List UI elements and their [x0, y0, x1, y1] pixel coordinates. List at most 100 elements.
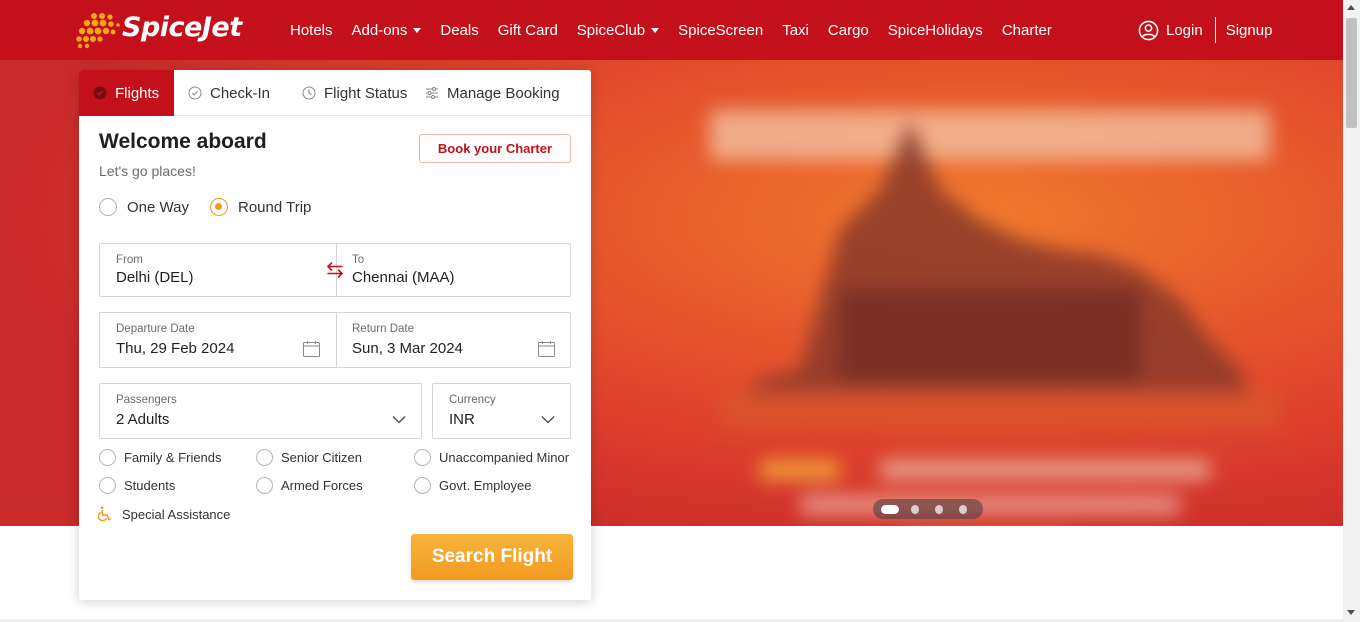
nav-charter-label: Charter	[1001, 21, 1052, 39]
from-value: Delhi (DEL)	[116, 269, 194, 286]
auth-divider	[1214, 17, 1216, 43]
swap-arrows-icon[interactable]	[325, 260, 345, 280]
fare-unaccompanied-minor[interactable]: Unaccompanied Minor	[414, 449, 569, 466]
page-scrollbar[interactable]	[1343, 0, 1360, 622]
nav-spiceholidays-label: SpiceHolidays	[887, 21, 983, 39]
fare-family-friends[interactable]: Family & Friends	[99, 449, 222, 466]
carousel-dot-2[interactable]	[910, 504, 919, 514]
departure-date-field[interactable]: Departure Date Thu, 29 Feb 2024	[100, 313, 336, 367]
signup-link[interactable]: Signup	[1226, 22, 1273, 39]
tab-flight-status-label: Flight Status	[324, 84, 408, 102]
clock-icon	[302, 86, 316, 100]
currency-value: INR	[449, 411, 475, 428]
scroll-up-arrow-icon[interactable]	[1347, 5, 1355, 10]
fare-radio[interactable]	[414, 449, 431, 466]
fare-radio[interactable]	[256, 477, 273, 494]
passengers-label: Passengers	[116, 394, 177, 406]
tab-check-in-label: Check-In	[210, 84, 271, 102]
logo-dots-icon	[76, 13, 120, 49]
auth-links: Login Signup	[1138, 16, 1272, 44]
currency-select[interactable]: Currency INR	[432, 383, 571, 439]
one-way-label: One Way	[127, 198, 189, 216]
fare-radio[interactable]	[99, 449, 116, 466]
round-trip-label: Round Trip	[238, 198, 312, 216]
from-field[interactable]: From Delhi (DEL)	[100, 244, 336, 296]
date-fields: Departure Date Thu, 29 Feb 2024 Return D…	[99, 312, 571, 368]
tab-flights-label: Flights	[115, 84, 160, 102]
scrollbar-thumb[interactable]	[1346, 18, 1357, 128]
carousel-dot-1[interactable]	[881, 504, 899, 514]
calendar-icon	[538, 341, 555, 357]
to-field[interactable]: To Chennai (MAA)	[336, 244, 570, 296]
carousel-dot-3[interactable]	[934, 504, 943, 514]
special-assistance-label: Special Assistance	[122, 506, 231, 522]
welcome-subtitle: Let's go places!	[99, 163, 196, 179]
tab-manage-booking[interactable]: Manage Booking	[413, 70, 560, 116]
from-label: From	[116, 254, 143, 266]
welcome-title: Welcome aboard	[99, 130, 267, 153]
nav-add-ons-label: Add-ons	[351, 21, 408, 39]
nav-add-ons[interactable]: Add-ons	[352, 22, 422, 39]
nav-gift-card-label: Gift Card	[497, 21, 558, 39]
nav-spiceclub-label: SpiceClub	[576, 21, 646, 39]
fare-label: Unaccompanied Minor	[439, 450, 570, 465]
tab-flight-status[interactable]: Flight Status	[288, 70, 413, 116]
fare-senior-citizen[interactable]: Senior Citizen	[256, 449, 362, 466]
passengers-value: 2 Adults	[116, 411, 170, 428]
to-value: Chennai (MAA)	[352, 269, 455, 286]
nav-spicescreen[interactable]: SpiceScreen	[678, 22, 763, 39]
nav-charter[interactable]: Charter	[1002, 22, 1052, 39]
nav-spiceholidays[interactable]: SpiceHolidays	[888, 22, 983, 39]
fare-label: Armed Forces	[281, 478, 363, 493]
return-date-label: Return Date	[352, 323, 415, 335]
nav-hotels[interactable]: Hotels	[290, 22, 333, 39]
tab-check-in[interactable]: Check-In	[174, 70, 288, 116]
fare-students[interactable]: Students	[99, 477, 175, 494]
user-circle-icon	[1138, 20, 1159, 40]
booking-widget: Flights Check-In Flight Status Manage Bo…	[79, 70, 591, 600]
caret-down-icon	[651, 27, 660, 33]
round-trip-option[interactable]: Round Trip	[210, 198, 311, 216]
chevron-down-icon	[392, 415, 406, 424]
passengers-select[interactable]: Passengers 2 Adults	[99, 383, 422, 439]
nav-cargo[interactable]: Cargo	[828, 22, 869, 39]
chevron-down-icon	[541, 415, 555, 424]
scroll-down-arrow-icon[interactable]	[1347, 610, 1355, 615]
nav-taxi-label: Taxi	[782, 21, 809, 39]
nav-deals-label: Deals	[440, 21, 479, 39]
sliders-icon	[426, 87, 438, 99]
fare-radio[interactable]	[256, 449, 273, 466]
return-date-field[interactable]: Return Date Sun, 3 Mar 2024	[336, 313, 570, 367]
tab-flights[interactable]: Flights	[79, 70, 174, 116]
one-way-option[interactable]: One Way	[99, 198, 189, 216]
nav-gift-card[interactable]: Gift Card	[498, 22, 558, 39]
spicejet-logo[interactable]: SpiceJet	[74, 8, 242, 52]
fare-govt-employee[interactable]: Govt. Employee	[414, 477, 532, 494]
carousel-dot-4[interactable]	[958, 504, 968, 514]
main-nav: Hotels Add-ons Deals Gift Card SpiceClub…	[290, 0, 1071, 60]
login-link[interactable]: Login	[1166, 22, 1203, 39]
currency-label: Currency	[449, 394, 496, 406]
nav-spiceclub[interactable]: SpiceClub	[576, 21, 660, 39]
fare-radio[interactable]	[414, 477, 431, 494]
tab-manage-booking-label: Manage Booking	[447, 84, 560, 102]
nav-taxi[interactable]: Taxi	[782, 22, 809, 39]
booking-tabs: Flights Check-In Flight Status Manage Bo…	[79, 70, 591, 116]
search-flight-button[interactable]: Search Flight	[411, 534, 573, 580]
fare-label: Students	[124, 478, 176, 493]
caret-down-icon	[413, 27, 422, 33]
one-way-radio[interactable]	[99, 198, 117, 216]
calendar-icon	[303, 341, 320, 357]
check-circle-icon	[188, 86, 202, 100]
round-trip-radio[interactable]	[210, 198, 228, 216]
special-assistance-link[interactable]: Special Assistance	[98, 506, 230, 522]
fare-armed-forces[interactable]: Armed Forces	[256, 477, 363, 494]
nav-cargo-label: Cargo	[827, 21, 869, 39]
return-date-value: Sun, 3 Mar 2024	[352, 340, 463, 357]
to-label: To	[352, 254, 365, 266]
fare-label: Family & Friends	[124, 450, 222, 465]
book-charter-button[interactable]: Book your Charter	[419, 134, 571, 163]
nav-deals[interactable]: Deals	[440, 22, 478, 39]
site-header: SpiceJet Hotels Add-ons Deals Gift Card …	[0, 0, 1343, 60]
fare-radio[interactable]	[99, 477, 116, 494]
